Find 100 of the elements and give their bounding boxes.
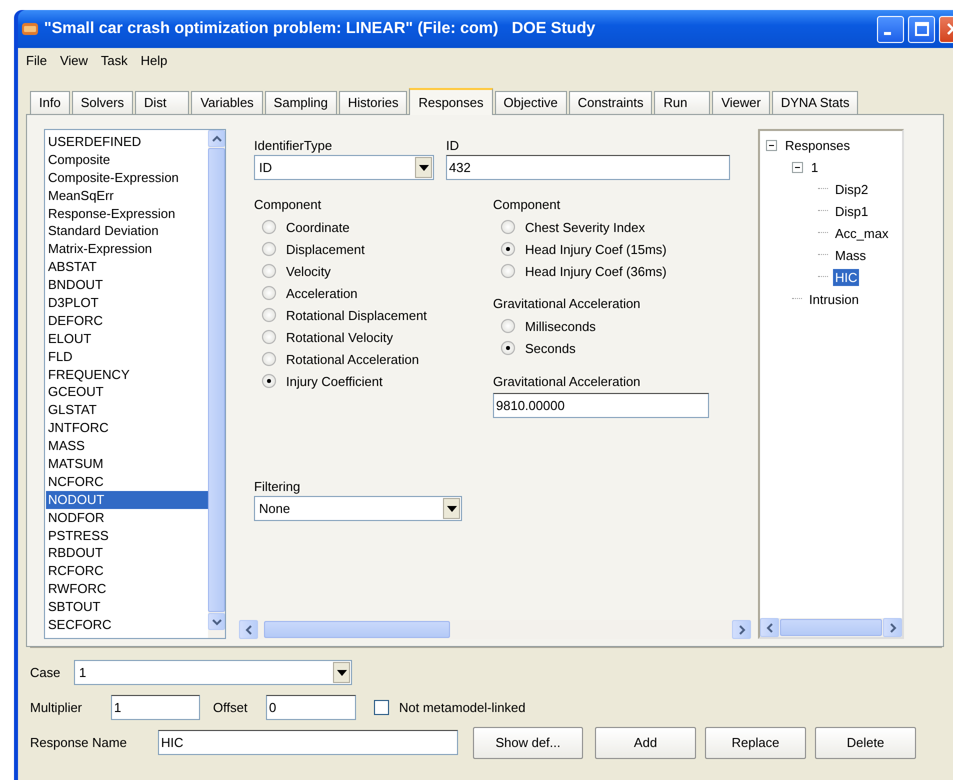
tab[interactable]: Solvers xyxy=(72,91,134,114)
chevron-left-icon xyxy=(244,624,252,634)
tab[interactable]: DYNA Stats xyxy=(772,91,858,114)
scroll-right-button[interactable] xyxy=(732,620,751,639)
radio-button[interactable]: Seconds xyxy=(493,337,751,359)
radio-button[interactable]: Head Injury Coef (15ms) xyxy=(493,238,751,260)
list-item[interactable]: JNTFORC xyxy=(46,419,208,438)
menu-item[interactable]: Task xyxy=(94,52,135,68)
scroll-up-button[interactable] xyxy=(208,130,225,147)
scrollbar-thumb[interactable] xyxy=(264,621,450,638)
list-item[interactable]: Composite xyxy=(46,150,208,169)
tree-item[interactable]: HIC xyxy=(833,268,860,286)
tab[interactable]: Info xyxy=(30,91,70,114)
scroll-left-button[interactable] xyxy=(239,620,258,639)
menu-item[interactable]: File xyxy=(20,52,54,68)
radio-button[interactable]: Acceleration xyxy=(254,282,493,304)
tab[interactable]: Sampling xyxy=(264,91,337,114)
filtering-dropdown[interactable]: None xyxy=(254,496,462,521)
field-label: ID xyxy=(446,137,460,154)
list-item[interactable]: SBTOUT xyxy=(46,598,208,616)
list-item[interactable]: SECFORC xyxy=(46,616,208,634)
list-item[interactable]: Response-Expression xyxy=(46,204,208,222)
action-button[interactable]: Add xyxy=(595,726,696,758)
list-item[interactable]: MASS xyxy=(46,437,208,456)
tree-item[interactable]: Responses xyxy=(783,136,852,154)
collapse-toggle[interactable] xyxy=(766,140,777,150)
offset-field[interactable]: 0 xyxy=(266,695,356,720)
list-item[interactable]: PSTRESS xyxy=(46,526,208,544)
list-item[interactable]: RWFORC xyxy=(46,580,208,598)
collapse-toggle[interactable] xyxy=(792,162,803,172)
field-label: Offset xyxy=(213,700,248,715)
radio-button[interactable]: Milliseconds xyxy=(493,315,751,337)
list-item[interactable]: D3PLOT xyxy=(46,294,208,312)
list-item[interactable]: RBDOUT xyxy=(46,544,208,562)
field-label: IdentifierType xyxy=(254,137,334,154)
radio-button[interactable]: Injury Coefficient xyxy=(254,370,493,392)
tree-item[interactable]: Intrusion xyxy=(807,290,861,308)
list-item[interactable]: NODOUT xyxy=(46,490,208,509)
radio-button[interactable]: Rotational Velocity xyxy=(254,326,493,348)
id-field[interactable]: 432 xyxy=(446,155,730,180)
list-item[interactable]: NCFORC xyxy=(46,472,208,491)
scroll-left-button[interactable] xyxy=(760,618,779,637)
tab[interactable]: Dist xyxy=(135,91,190,114)
group-label: Component xyxy=(493,196,562,213)
list-item[interactable]: GLSTAT xyxy=(46,401,208,420)
list-item[interactable]: USERDEFINED xyxy=(46,133,208,151)
tab[interactable]: Histories xyxy=(338,91,408,114)
list-item[interactable]: BNDOUT xyxy=(46,276,208,294)
menu-item[interactable]: View xyxy=(54,52,95,68)
field-label: Response Name xyxy=(30,735,128,750)
radio-button[interactable]: Coordinate xyxy=(254,216,493,238)
tree-item[interactable]: Mass xyxy=(833,246,868,264)
list-item[interactable]: Standard Deviation xyxy=(46,222,208,240)
radio-button[interactable]: Chest Severity Index xyxy=(493,216,751,238)
maximize-button[interactable] xyxy=(908,16,935,42)
tab[interactable]: Run xyxy=(654,91,710,114)
scrollbar-thumb[interactable] xyxy=(780,619,882,636)
identifier-type-dropdown[interactable]: ID xyxy=(254,155,434,180)
list-item[interactable]: MeanSqErr xyxy=(46,186,208,205)
list-item[interactable]: Composite-Expression xyxy=(46,168,208,187)
radio-button[interactable]: Displacement xyxy=(254,238,493,260)
tab[interactable]: Viewer xyxy=(712,91,770,114)
list-item[interactable]: GCEOUT xyxy=(46,383,208,402)
menu-item[interactable]: Help xyxy=(134,52,174,68)
list-item[interactable]: ELOUT xyxy=(46,330,208,348)
list-item[interactable]: DEFORC xyxy=(46,312,208,330)
minimize-button[interactable] xyxy=(877,16,904,42)
multiplier-field[interactable]: 1 xyxy=(111,695,200,720)
list-item[interactable]: FREQUENCY xyxy=(46,366,208,384)
chevron-right-icon xyxy=(738,624,746,634)
tree-item[interactable]: Disp1 xyxy=(833,202,870,220)
scroll-right-button[interactable] xyxy=(883,618,902,637)
gravitational-acceleration-field[interactable]: 9810.00000 xyxy=(493,393,709,418)
horizontal-scrollbar[interactable] xyxy=(760,618,902,637)
checkbox-label: Not metamodel-linked xyxy=(399,700,526,715)
list-item[interactable]: RCFORC xyxy=(46,562,208,580)
tab[interactable]: Variables xyxy=(191,91,263,114)
tree-item[interactable]: Acc_max xyxy=(833,224,890,242)
tab[interactable]: Objective xyxy=(494,91,567,114)
list-item[interactable]: ABSTAT xyxy=(46,258,208,276)
action-button[interactable]: Replace xyxy=(705,726,806,758)
tab[interactable]: Responses xyxy=(409,88,492,115)
radio-button[interactable]: Velocity xyxy=(254,260,493,282)
checkbox[interactable] xyxy=(374,700,389,715)
list-item[interactable]: Matrix-Expression xyxy=(46,240,208,258)
radio-button[interactable]: Rotational Acceleration xyxy=(254,348,493,370)
action-button[interactable]: Show def... xyxy=(473,726,583,758)
action-button[interactable]: Delete xyxy=(815,726,916,758)
radio-button[interactable]: Head Injury Coef (36ms) xyxy=(493,260,751,282)
dropdown-arrow-icon xyxy=(446,506,456,512)
tree-item[interactable]: 1 xyxy=(809,158,820,176)
case-dropdown[interactable]: 1 xyxy=(74,660,352,685)
tab[interactable]: Constraints xyxy=(568,91,652,114)
tree-item[interactable]: Disp2 xyxy=(833,180,870,198)
response-name-field[interactable]: HIC xyxy=(158,730,458,755)
list-item[interactable]: FLD xyxy=(46,348,208,366)
list-item[interactable]: MATSUM xyxy=(46,455,208,473)
scroll-down-button[interactable] xyxy=(208,613,225,630)
list-item[interactable]: NODFOR xyxy=(46,508,208,527)
radio-button[interactable]: Rotational Displacement xyxy=(254,304,493,326)
